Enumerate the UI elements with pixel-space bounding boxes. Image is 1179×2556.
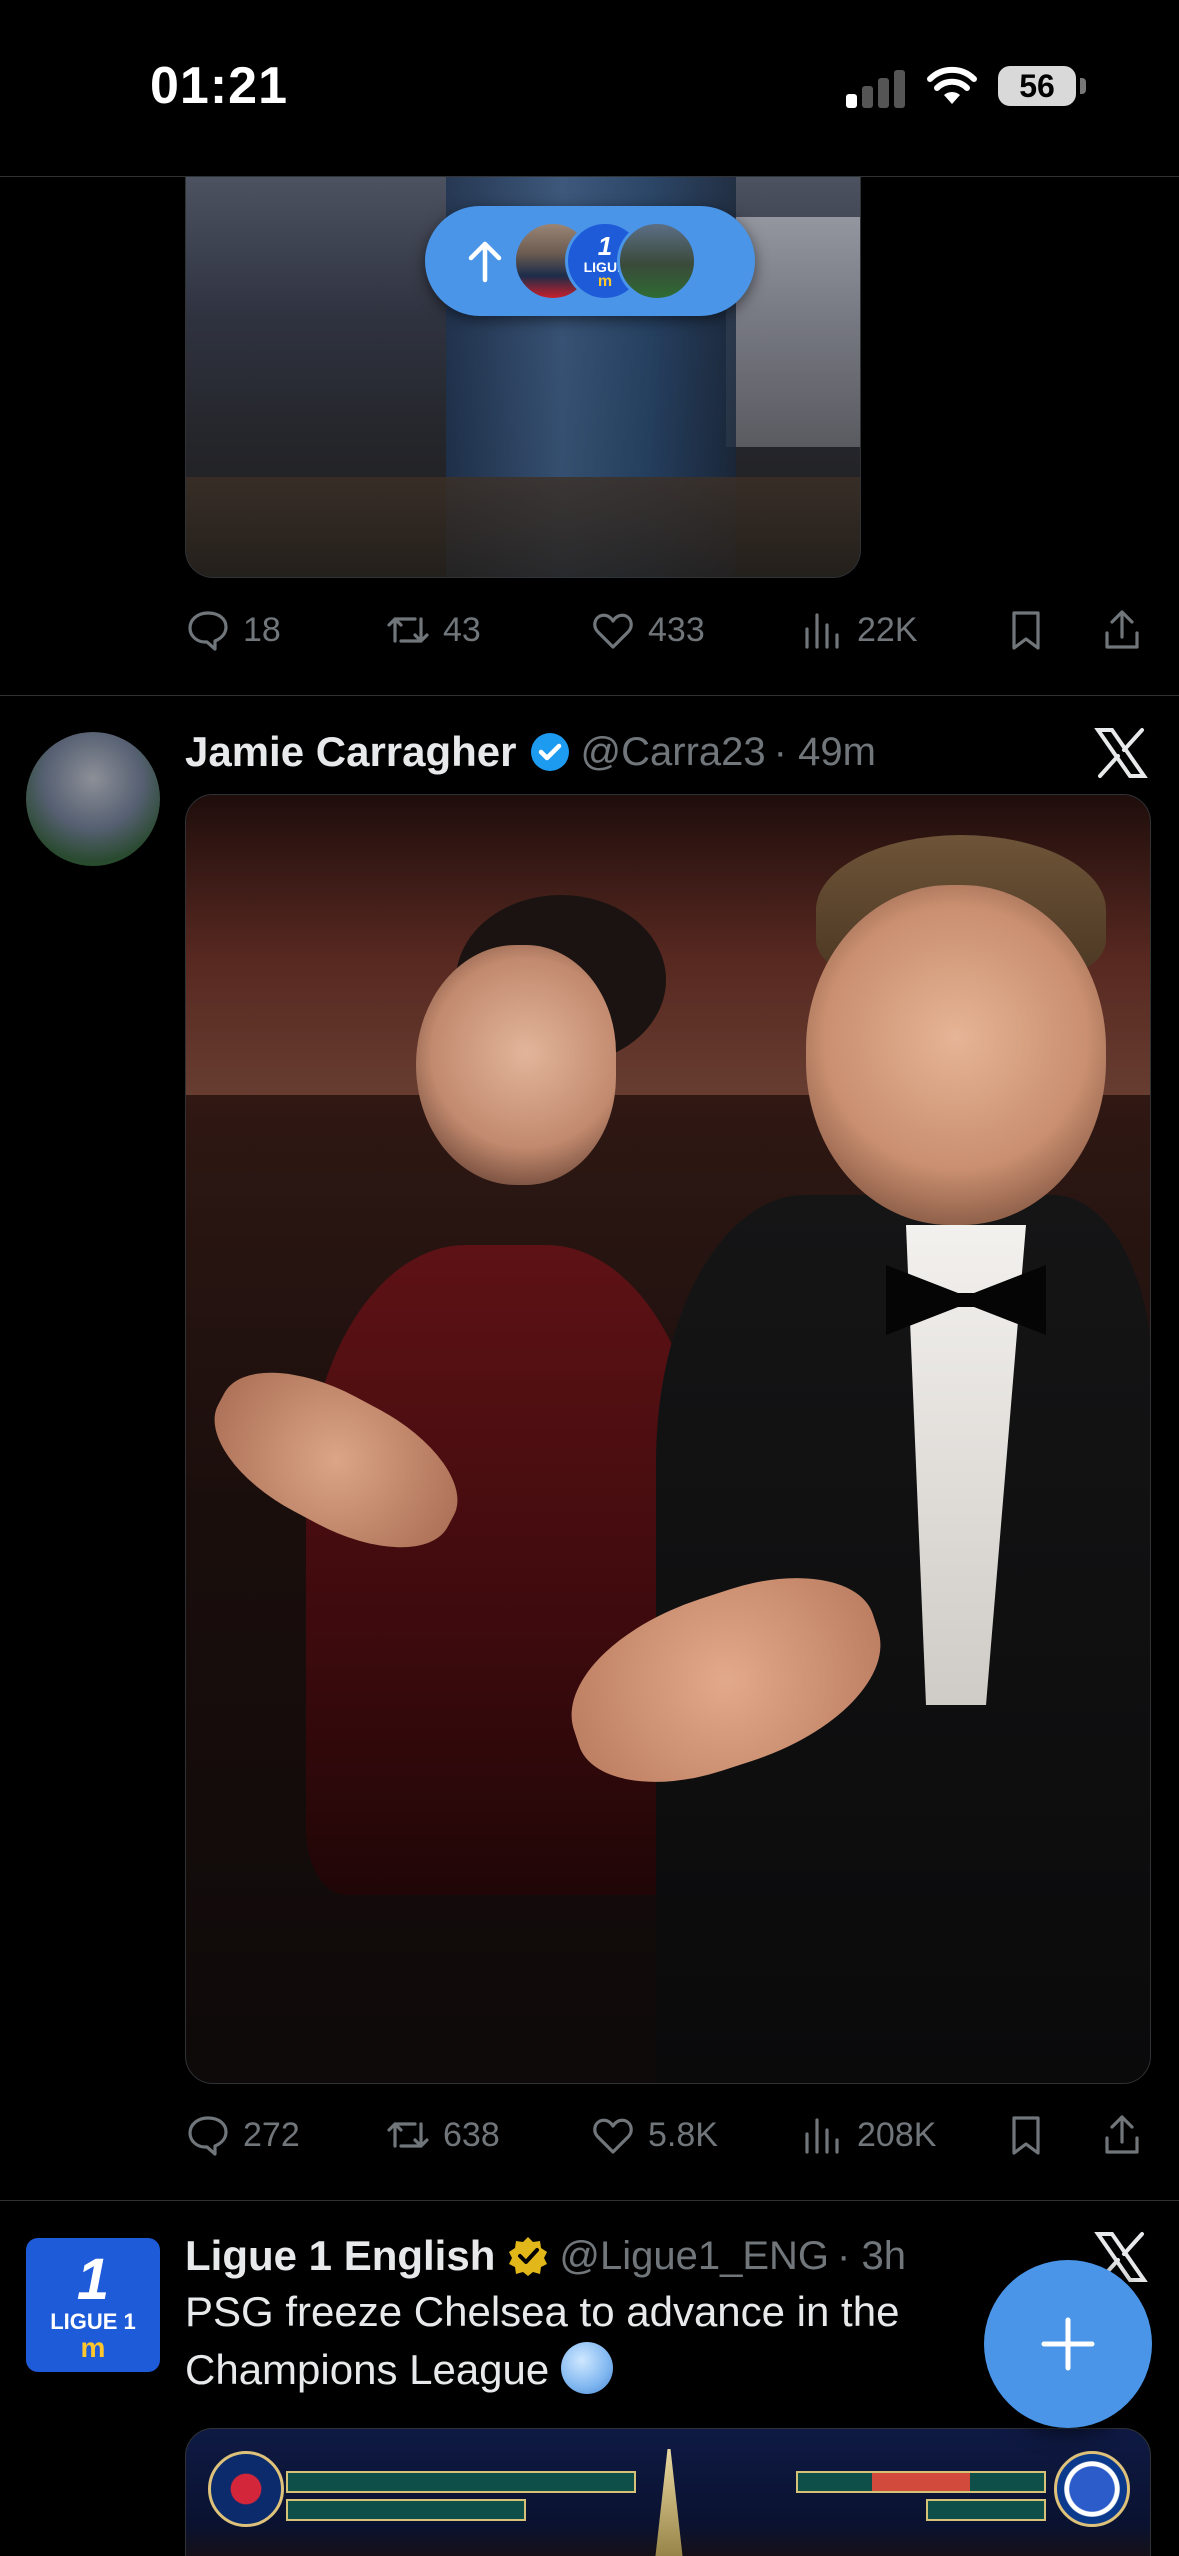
- avatar-carragher[interactable]: [26, 732, 160, 866]
- post-divider: [0, 2200, 1179, 2201]
- author-handle[interactable]: @Carra23: [581, 730, 766, 775]
- author-name[interactable]: Ligue 1 English: [185, 2232, 495, 2280]
- battery-indicator: 56: [998, 66, 1076, 106]
- bookmark-icon: [1012, 611, 1040, 650]
- x-logo-icon[interactable]: [1094, 726, 1148, 780]
- share-button[interactable]: [1099, 600, 1145, 660]
- reply-icon: [188, 2116, 228, 2156]
- battery-tip: [1080, 78, 1086, 94]
- plus-icon: [1041, 2317, 1095, 2371]
- pill-avatar-3: [617, 221, 697, 301]
- repost-button[interactable]: 638: [385, 2105, 500, 2165]
- views-icon: [805, 2118, 839, 2154]
- like-button[interactable]: 433: [590, 600, 705, 660]
- arrow-up-icon: [468, 241, 502, 283]
- avatar-ligue1[interactable]: 1 LIGUE 1 m: [26, 2238, 160, 2372]
- bookmark-button[interactable]: [1003, 2105, 1049, 2165]
- chelsea-crest-logo: [1054, 2451, 1130, 2527]
- cellular-signal-icon: [846, 68, 906, 108]
- psg-crest-logo: [208, 2451, 284, 2527]
- post3-text: PSG freeze Chelsea to advance in the Cha…: [185, 2288, 900, 2394]
- reply-button[interactable]: 18: [185, 600, 281, 660]
- verified-gold-badge-icon: [509, 2237, 548, 2276]
- cold-face-emoji-icon: [560, 2342, 613, 2394]
- repost-button[interactable]: 43: [385, 600, 481, 660]
- post3-header: Ligue 1 English @Ligue1_ENG · 3h: [185, 2228, 906, 2284]
- like-icon: [593, 2118, 633, 2154]
- compose-button[interactable]: [984, 2260, 1152, 2428]
- post-time: · 3h: [837, 2233, 906, 2278]
- share-icon: [1105, 610, 1139, 649]
- wifi-icon: [927, 66, 977, 104]
- share-button[interactable]: [1099, 2105, 1145, 2165]
- new-posts-pill[interactable]: 1 LIGUE m: [425, 206, 755, 316]
- status-bar: 01:21 56: [0, 0, 1179, 176]
- repost-icon: [387, 617, 429, 643]
- eiffel-tower-graphic: [654, 2449, 684, 2556]
- like-button[interactable]: 5.8K: [590, 2105, 718, 2165]
- post1-action-bar: 18 43 433 22K: [185, 600, 1145, 660]
- views-icon: [805, 613, 839, 649]
- author-handle[interactable]: @Ligue1_ENG: [559, 2234, 829, 2279]
- repost-icon: [387, 2122, 429, 2148]
- author-name[interactable]: Jamie Carragher: [185, 728, 517, 776]
- post-time: · 49m: [773, 729, 876, 774]
- reply-icon: [188, 611, 228, 651]
- views-button[interactable]: 208K: [799, 2105, 936, 2165]
- post2-photo[interactable]: [185, 794, 1151, 2084]
- post3-media-banner[interactable]: [185, 2428, 1151, 2556]
- post2-action-bar: 272 638 5.8K 208K: [185, 2105, 1145, 2165]
- bookmark-button[interactable]: [1003, 600, 1049, 660]
- post-divider: [0, 695, 1179, 696]
- post2-header: Jamie Carragher @Carra23 · 49m: [185, 724, 876, 780]
- verified-badge-icon: [530, 733, 569, 771]
- like-icon: [593, 613, 633, 649]
- views-button[interactable]: 22K: [799, 600, 918, 660]
- bookmark-icon: [1012, 2116, 1040, 2155]
- status-time: 01:21: [150, 57, 288, 115]
- share-icon: [1105, 2115, 1139, 2154]
- reply-button[interactable]: 272: [185, 2105, 300, 2165]
